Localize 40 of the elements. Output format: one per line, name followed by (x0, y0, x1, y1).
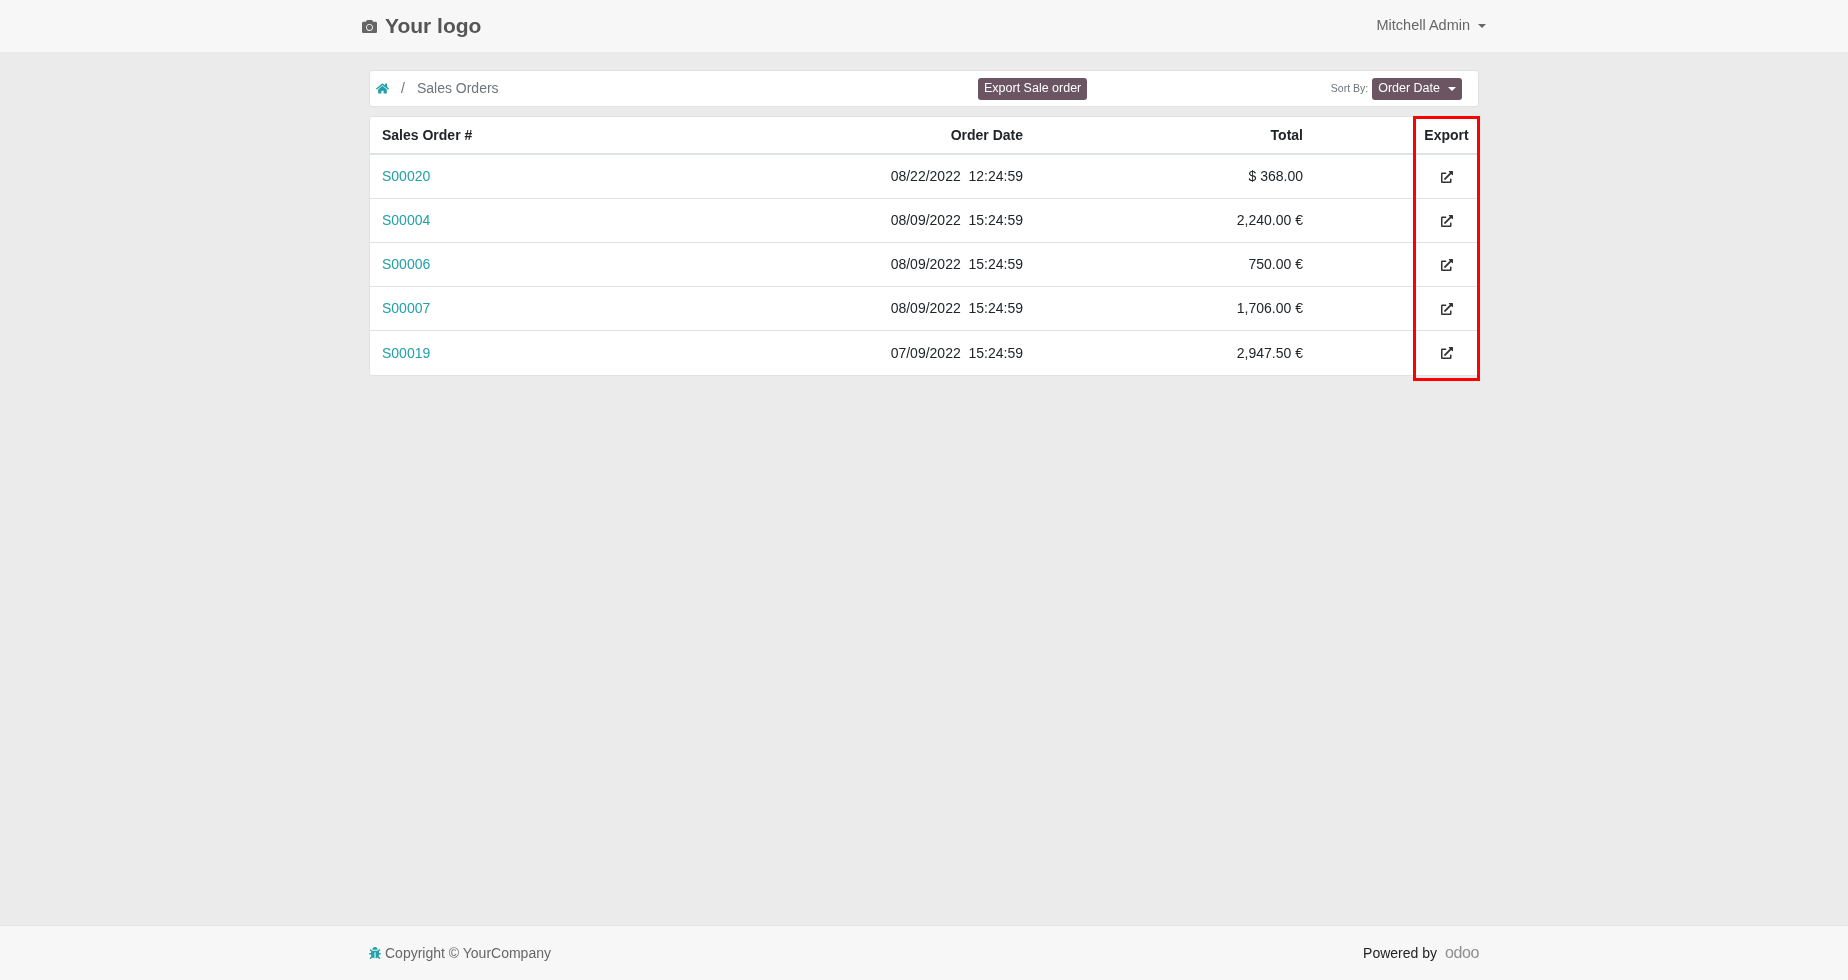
table-cell-text: 07/09/2022 15:24:59 (890, 343, 1023, 363)
powered-by-text: Powered by (1363, 943, 1437, 963)
caret-icon (1478, 24, 1486, 28)
sort-label: Sort By: (1330, 80, 1369, 96)
order-link[interactable]: S00006 (382, 254, 431, 275)
sort-dropdown[interactable]: Order Date (1372, 77, 1462, 100)
column-header: Export (1424, 125, 1469, 145)
table-cell-text: 750.00 € (1248, 255, 1303, 274)
external-link-icon[interactable] (1440, 347, 1453, 359)
camera-icon (362, 18, 377, 34)
breadcrumb-item: Sales Orders (416, 79, 499, 98)
table-cell-text: $ 368.00 (1248, 167, 1303, 186)
external-link-icon[interactable] (1440, 214, 1453, 227)
order-link[interactable]: S00020 (382, 166, 431, 187)
external-link-icon[interactable] (1440, 302, 1453, 315)
table-cell-text: 08/09/2022 15:24:59 (890, 211, 1023, 230)
external-link-icon[interactable] (1440, 170, 1453, 183)
table-cell-text: 08/09/2022 15:24:59 (890, 255, 1023, 274)
table-cell-text: 2,240.00 € (1236, 211, 1303, 230)
table-cell-text: 08/22/2022 12:24:59 (890, 167, 1023, 186)
table-cell-text: 1,706.00 € (1236, 299, 1303, 318)
export-button[interactable]: Export Sale order (978, 77, 1088, 100)
home-icon[interactable] (376, 82, 389, 95)
order-link[interactable]: S00019 (382, 342, 431, 364)
breadcrumb-separator: / (401, 79, 405, 98)
caret-icon (1448, 86, 1456, 91)
logo-text: Your logo (385, 13, 482, 40)
table-cell-text: 2,947.50 € (1236, 343, 1303, 363)
column-header: Order Date (950, 125, 1023, 145)
user-menu[interactable]: Mitchell Admin (1376, 15, 1486, 37)
copyright-text: Copyright © YourCompany (385, 943, 551, 963)
table-cell-text: 08/09/2022 15:24:59 (890, 299, 1023, 318)
logo[interactable]: Your logo (362, 10, 482, 42)
external-link-icon[interactable] (1440, 258, 1453, 271)
bug-icon (369, 947, 381, 959)
order-link[interactable]: S00004 (382, 210, 431, 231)
column-header: Total (1270, 125, 1303, 145)
column-header: Sales Order # (382, 125, 473, 145)
order-link[interactable]: S00007 (382, 298, 431, 319)
brand-logo[interactable]: odoo (1445, 941, 1479, 965)
